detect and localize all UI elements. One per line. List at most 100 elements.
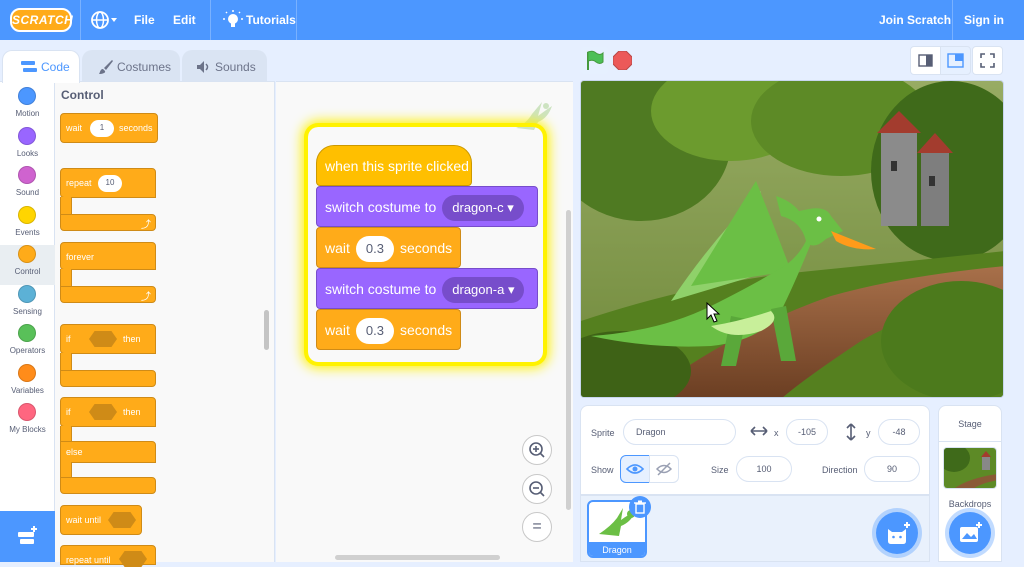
category-control[interactable]: Control — [0, 245, 55, 285]
tab-code[interactable]: Code — [2, 50, 80, 83]
size-field[interactable]: 100 — [736, 456, 792, 482]
block-text: if — [66, 407, 71, 417]
palette-repeat-block[interactable]: repeat 10 — [60, 168, 156, 198]
script-vertical-scrollbar[interactable] — [566, 210, 571, 510]
extension-icon — [18, 526, 37, 544]
category-events[interactable]: Events — [0, 206, 55, 246]
palette-if-then-block[interactable]: if then — [60, 324, 156, 354]
menu-divider — [296, 0, 297, 40]
palette-forever-block[interactable]: forever — [60, 242, 156, 270]
scratch-logo[interactable]: SCRATCH — [10, 8, 73, 32]
category-variables[interactable]: Variables — [0, 364, 55, 404]
palette-scrollbar[interactable] — [264, 310, 269, 350]
zoom-in-button[interactable] — [522, 435, 552, 465]
tab-label: Code — [41, 60, 70, 74]
motion-color-dot — [18, 87, 36, 105]
direction-label: Direction — [822, 465, 858, 475]
script-horizontal-scrollbar[interactable] — [335, 555, 500, 560]
size-label: Size — [711, 465, 729, 475]
events-color-dot — [18, 206, 36, 224]
palette-wait-block[interactable]: wait 1 seconds — [60, 113, 158, 143]
y-position-field[interactable]: -48 — [878, 419, 920, 445]
if-block-arm — [60, 353, 72, 371]
costume-dropdown[interactable]: dragon-c ▾ — [442, 195, 524, 222]
add-extension-button[interactable] — [0, 511, 55, 562]
wait-seconds-input[interactable]: 0.3 — [355, 236, 394, 263]
choose-sprite-button[interactable] — [876, 512, 918, 554]
delete-sprite-button[interactable] — [629, 496, 651, 518]
language-globe-icon[interactable] — [90, 10, 117, 30]
eye-slash-icon — [655, 462, 673, 476]
repeat-block-arm — [60, 197, 72, 215]
sign-in-link[interactable]: Sign in — [964, 0, 1004, 40]
lightbulb-icon[interactable] — [223, 10, 243, 30]
direction-field[interactable]: 90 — [864, 456, 920, 482]
stage-backdrop-thumbnail[interactable] — [943, 447, 997, 489]
stop-button[interactable] — [612, 50, 633, 71]
if-block-foot — [60, 370, 156, 387]
category-label: Motion — [15, 109, 40, 118]
category-my-blocks[interactable]: My Blocks — [0, 403, 55, 443]
code-icon — [21, 60, 37, 77]
repeat-count-input[interactable]: 10 — [98, 175, 122, 192]
category-label: Events — [15, 228, 40, 237]
when-sprite-clicked-hat-block[interactable]: when this sprite clicked — [316, 145, 472, 186]
tab-costumes[interactable]: Costumes — [82, 50, 180, 82]
wait-block[interactable]: wait 0.3 seconds — [316, 227, 461, 268]
join-scratch-link[interactable]: Join Scratch — [879, 0, 951, 40]
choose-backdrop-button[interactable] — [949, 512, 991, 554]
sprite-tile-label: Dragon — [589, 542, 645, 556]
condition-slot[interactable] — [119, 551, 147, 567]
switch-costume-block[interactable]: switch costume to dragon-a ▾ — [316, 268, 538, 309]
condition-slot[interactable] — [108, 512, 136, 528]
small-stage-button[interactable] — [910, 46, 941, 75]
palette-wait-until-block[interactable]: wait until — [60, 505, 142, 535]
block-text: switch costume to — [325, 199, 437, 215]
block-text: seconds — [399, 322, 453, 338]
block-text: repeat — [66, 178, 92, 188]
file-menu[interactable]: File — [134, 0, 155, 40]
palette-repeat-until-block[interactable]: repeat until — [60, 545, 156, 567]
block-text: forever — [66, 252, 95, 262]
switch-costume-block[interactable]: switch costume to dragon-c ▾ — [316, 186, 538, 227]
hide-sprite-button[interactable] — [649, 455, 679, 483]
green-flag-button[interactable] — [581, 47, 608, 74]
category-sensing[interactable]: Sensing — [0, 285, 55, 325]
category-motion[interactable]: Motion — [0, 87, 55, 127]
condition-slot[interactable] — [89, 404, 117, 420]
category-looks[interactable]: Looks — [0, 127, 55, 167]
wait-seconds-input[interactable]: 1 — [90, 120, 114, 137]
stage-panel-title: Stage — [939, 406, 1001, 442]
if-else-block-arm — [60, 426, 72, 442]
zoom-out-button[interactable] — [522, 474, 552, 504]
loop-arrow-icon: ⤴ — [141, 292, 151, 303]
cat-plus-icon — [888, 522, 910, 544]
tab-sounds[interactable]: Sounds — [182, 50, 267, 82]
dropdown-value: dragon-a — [452, 282, 505, 298]
horizontal-arrows-icon — [750, 424, 768, 443]
category-sound[interactable]: Sound — [0, 166, 55, 206]
condition-slot[interactable] — [89, 331, 117, 347]
chevron-down-icon: ▾ — [507, 282, 515, 298]
normal-stage-button[interactable] — [940, 46, 971, 75]
sprite-name-field[interactable]: Dragon — [623, 419, 736, 445]
eye-icon — [625, 464, 645, 474]
fullscreen-button[interactable] — [972, 46, 1003, 75]
block-text: wait until — [66, 515, 102, 525]
category-label: Operators — [9, 346, 46, 355]
chevron-down-icon: ▾ — [507, 200, 514, 216]
repeat-block-foot: ⤴ — [60, 214, 156, 231]
variables-color-dot — [18, 364, 36, 382]
costume-dropdown[interactable]: dragon-a ▾ — [442, 277, 525, 304]
block-text: switch costume to — [325, 281, 437, 297]
category-operators[interactable]: Operators — [0, 324, 55, 364]
stage-canvas[interactable] — [580, 80, 1004, 398]
wait-block[interactable]: wait 0.3 seconds — [316, 309, 461, 350]
edit-menu[interactable]: Edit — [173, 0, 196, 40]
zoom-reset-button[interactable]: = — [522, 512, 552, 542]
x-position-field[interactable]: -105 — [786, 419, 828, 445]
tutorials-menu[interactable]: Tutorials — [246, 0, 296, 40]
wait-seconds-input[interactable]: 0.3 — [355, 318, 394, 345]
palette-if-else-block[interactable]: if then — [60, 397, 156, 427]
show-sprite-button[interactable] — [620, 455, 650, 483]
